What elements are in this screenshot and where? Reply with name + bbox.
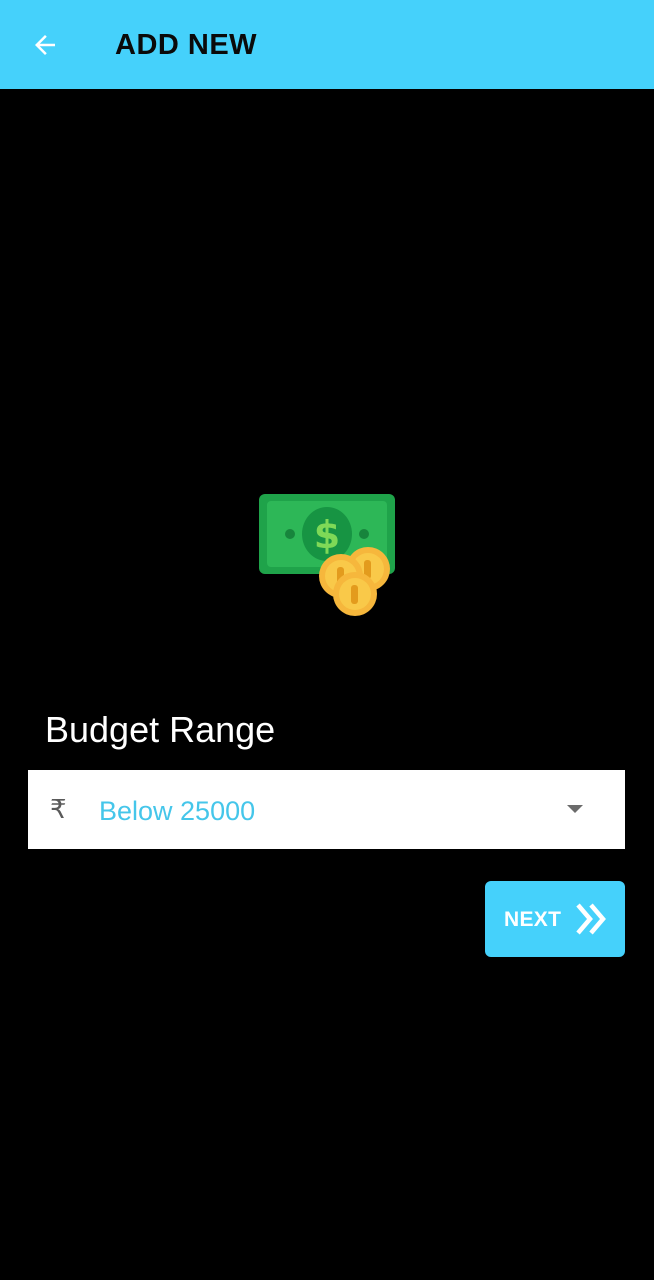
budget-range-label: Budget Range <box>45 709 276 750</box>
next-button-label[interactable]: NEXT <box>504 906 561 934</box>
arrow-left-icon <box>35 35 55 55</box>
page-title: ADD NEW <box>115 29 258 61</box>
double-chevron-right-icon[interactable] <box>573 900 611 938</box>
caret-down-icon[interactable] <box>565 803 585 815</box>
budget-range-selected-value[interactable]: Below 25000 <box>99 794 255 828</box>
svg-text:$: $ <box>314 513 340 557</box>
money-cash-coins-icon: $ <box>259 494 395 616</box>
rupee-icon: ₹ <box>50 795 67 825</box>
back-button[interactable] <box>26 26 64 64</box>
app-bar: ADD NEW <box>0 0 654 89</box>
